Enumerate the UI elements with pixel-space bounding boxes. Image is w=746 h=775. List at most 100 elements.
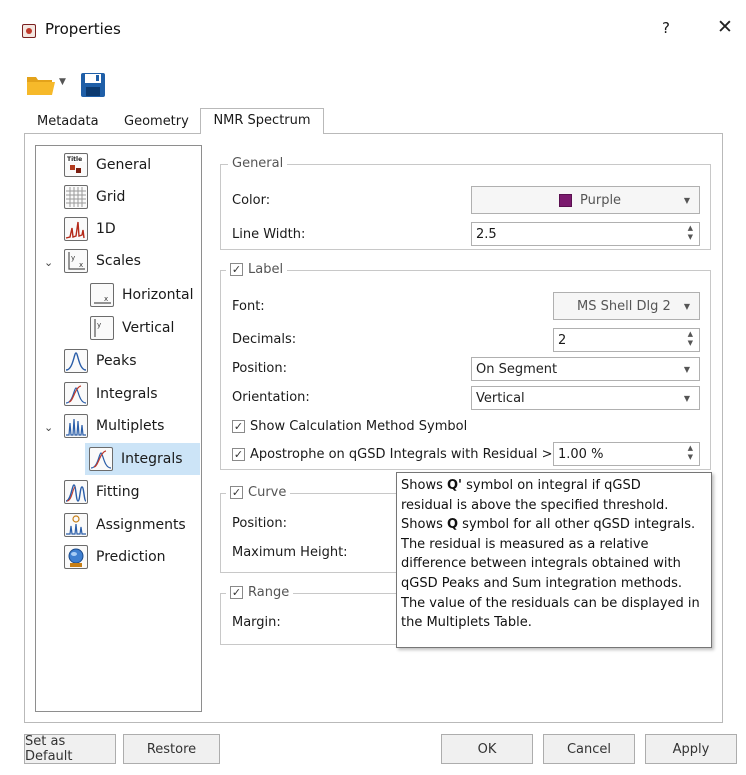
tree-item-multiplets[interactable]: Multiplets [64,410,164,442]
tooltip-line: the Multiplets Table. [401,615,532,631]
max-height-label: Maximum Height: [232,545,348,560]
tooltip-line: The residual is measured as a relative [401,536,649,552]
tree-item-label: Assignments [96,517,186,533]
tooltip-line: qGSD Peaks and Sum integration methods. [401,575,683,591]
tree-item-label: Horizontal [122,287,194,303]
line-width-value: 2.5 [476,226,497,242]
range-group-title-text: Range [248,585,290,600]
color-label: Color: [232,193,271,208]
position-select[interactable]: On Segment ▼ [471,357,700,381]
show-calc-checkbox[interactable]: ✓ [232,420,245,433]
tooltip-line: Shows Q' symbol on integral if qGSD [401,478,641,493]
chevron-down-icon[interactable]: ⌄ [44,256,53,269]
tree-item-label: Scales [96,253,141,269]
cancel-button[interactable]: Cancel [543,734,635,764]
tree-item-multiplet-integrals[interactable]: Integrals [85,443,200,475]
font-select[interactable]: MS Shell Dlg 2 ▼ [553,292,700,320]
spin-arrows-icon[interactable]: ▲ ▼ [688,224,693,242]
tree-item-horizontal[interactable]: x Horizontal [90,279,193,311]
tab-metadata[interactable]: Metadata [33,111,103,133]
orientation-label: Orientation: [232,390,310,405]
vertical-scale-icon: y [90,316,114,340]
title-icon: Title [64,153,88,177]
curve-group-title[interactable]: ✓ Curve [226,485,291,500]
spectrum-1d-icon [64,217,88,241]
spin-arrows-icon[interactable]: ▲ ▼ [688,444,693,462]
tree-item-label: Integrals [121,451,183,467]
tooltip-line: difference between integrals obtained wi… [401,556,681,572]
decimals-spinbox[interactable]: 2 ▲ ▼ [553,328,700,352]
spin-arrows-icon[interactable]: ▲ ▼ [688,330,693,348]
margin-label: Margin: [232,615,281,630]
tree-item-label: Prediction [96,549,166,565]
apostrophe-label: Apostrophe on qGSD Integrals with Residu… [250,447,553,462]
assignments-icon [64,513,88,537]
tree-item-label: Multiplets [96,418,165,434]
orientation-value: Vertical [476,391,525,406]
folder-dropdown-icon[interactable]: ▼ [59,77,66,87]
curve-group-checkbox[interactable]: ✓ [230,486,243,499]
apply-button[interactable]: Apply [645,734,737,764]
tooltip-line: residual is above the specified threshol… [401,497,669,513]
chevron-down-icon: ▼ [683,364,690,374]
position-label: Position: [232,361,287,376]
color-select[interactable]: Purple ▼ [471,186,700,214]
font-label: Font: [232,299,265,314]
tree-item-1d[interactable]: 1D [64,213,116,245]
settings-tree[interactable]: Title General Grid 1D ⌄ yx Scales x Hori… [35,145,202,712]
chevron-down-icon: ▼ [683,195,690,205]
residual-spinbox[interactable]: 1.00 % ▲ ▼ [553,442,700,466]
tree-item-scales[interactable]: yx Scales [64,245,141,277]
grid-icon [64,185,88,209]
ok-button[interactable]: OK [441,734,533,764]
curve-position-label: Position: [232,516,287,531]
tooltip-line: The value of the residuals can be displa… [401,595,700,611]
decimals-label: Decimals: [232,332,297,347]
save-icon[interactable] [80,72,106,98]
show-calc-checkbox-row[interactable]: ✓ Show Calculation Method Symbol [232,419,467,434]
tree-item-assignments[interactable]: Assignments [64,509,186,541]
close-button[interactable]: ✕ [712,16,738,38]
set-as-default-button[interactable]: Set as Default [24,734,116,764]
tree-item-vertical[interactable]: y Vertical [90,312,174,344]
multiplets-icon [64,414,88,438]
app-icon [22,24,36,38]
tree-item-grid[interactable]: Grid [64,181,125,213]
label-group-checkbox[interactable]: ✓ [230,263,243,276]
help-button[interactable]: ? [656,19,676,37]
tree-item-integrals[interactable]: Integrals [64,378,158,410]
range-group-title[interactable]: ✓ Range [226,585,294,600]
restore-button[interactable]: Restore [123,734,220,764]
tree-item-fitting[interactable]: Fitting [64,476,140,508]
tree-item-label: Fitting [96,484,140,500]
color-swatch [559,194,572,207]
folder-icon[interactable] [26,72,56,98]
tree-item-label: Integrals [96,386,158,402]
residual-tooltip: Shows Q' symbol on integral if qGSD resi… [396,472,712,648]
position-value: On Segment [476,362,558,377]
horizontal-scale-icon: x [90,283,114,307]
apostrophe-checkbox-row[interactable]: ✓ Apostrophe on qGSD Integrals with Resi… [232,447,553,462]
tree-item-peaks[interactable]: Peaks [64,345,137,377]
svg-text:x: x [104,295,108,303]
window-title: Properties [45,20,121,38]
label-group-title[interactable]: ✓ Label [226,262,288,277]
chevron-down-icon[interactable]: ⌄ [44,421,53,434]
tree-item-prediction[interactable]: Prediction [64,541,166,573]
tree-item-label: Peaks [96,353,137,369]
decimals-value: 2 [558,332,567,348]
line-width-spinbox[interactable]: 2.5 ▲ ▼ [471,222,700,246]
svg-text:y: y [71,254,75,262]
orientation-select[interactable]: Vertical ▼ [471,386,700,410]
tree-item-general[interactable]: Title General [64,149,151,181]
show-calc-label: Show Calculation Method Symbol [250,419,468,434]
tab-geometry[interactable]: Geometry [120,111,193,133]
tree-item-label: 1D [96,221,116,237]
integrals-icon [89,447,113,471]
tab-nmr-spectrum[interactable]: NMR Spectrum [200,108,324,134]
peaks-icon [64,349,88,373]
chevron-down-icon: ▼ [683,393,690,403]
range-group-checkbox[interactable]: ✓ [230,586,243,599]
apostrophe-checkbox[interactable]: ✓ [232,448,245,461]
color-value: Purple [580,193,622,208]
